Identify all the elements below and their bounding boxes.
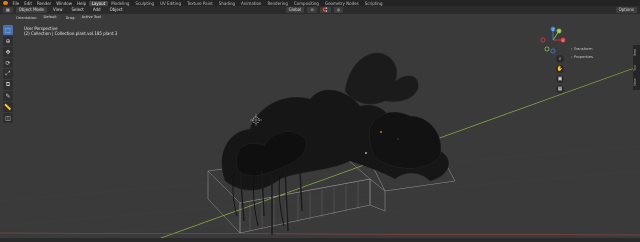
pan-hand-icon[interactable]: ✋ [556, 65, 564, 73]
navigation-gizmo[interactable]: X Y Z [537, 25, 569, 55]
menu-help[interactable]: Help [74, 1, 88, 6]
tab-geometry-nodes[interactable]: Geometry Nodes [322, 1, 362, 6]
orientation-select[interactable]: Default [40, 14, 60, 21]
transform-icon[interactable]: ⧉ [3, 80, 13, 90]
tab-compositing[interactable]: Compositing [291, 1, 322, 6]
tab-shading[interactable]: Shading [216, 1, 238, 6]
tab-uv-editing[interactable]: UV Editing [157, 1, 184, 6]
proportional-icon[interactable]: ◎ [333, 7, 344, 13]
tab-tool[interactable]: Tool [633, 61, 640, 74]
menu-render[interactable]: Render [34, 1, 53, 6]
add-cube-icon[interactable]: ◫ [3, 113, 13, 123]
svg-text:Z: Z [552, 27, 554, 31]
menu-select[interactable]: Select [68, 7, 86, 13]
annotate-icon[interactable]: ✎ [3, 91, 13, 101]
sidebar-tabs: Item Tool View [633, 45, 640, 90]
svg-text:Y: Y [558, 29, 560, 33]
move-icon[interactable]: ✥ [3, 47, 13, 57]
measure-icon[interactable]: 📏 [3, 102, 13, 112]
snap-icon[interactable]: 🧲 [319, 7, 331, 13]
viewport-info-line2: (2) Collection | Collection.plant.vol.18… [24, 31, 118, 36]
rotate-icon[interactable]: ⟳ [3, 58, 13, 68]
tab-item[interactable]: Item [633, 46, 640, 59]
menu-add[interactable]: Add [90, 7, 104, 13]
drag-select[interactable]: Active Tool [78, 14, 104, 21]
cursor-icon[interactable]: ⊕ [3, 36, 13, 46]
tab-rendering[interactable]: Rendering [264, 1, 290, 6]
transform-orientation-select[interactable]: Global [285, 7, 305, 13]
svg-text:X: X [562, 38, 564, 42]
tab-view[interactable]: View [633, 76, 640, 89]
properties-section[interactable]: › Properties [571, 53, 593, 61]
tab-scripting[interactable]: Scripting [362, 1, 386, 6]
tab-texture-paint[interactable]: Texture Paint [184, 1, 216, 6]
mode-select[interactable]: Object Mode [15, 7, 47, 13]
menu-edit[interactable]: Edit [22, 1, 35, 6]
pivot-icon[interactable]: ⊙ [307, 7, 317, 13]
scale-icon[interactable]: ⤢ [3, 69, 13, 79]
tab-animation[interactable]: Animation [238, 1, 264, 6]
menu-file[interactable]: File [10, 1, 22, 6]
options-button[interactable]: Options [615, 7, 637, 13]
menu-view[interactable]: View [50, 7, 66, 13]
planter-hatch [249, 182, 359, 231]
zoom-icon[interactable]: ⌕ [556, 55, 564, 63]
perspective-grid-icon[interactable]: ▦ [556, 85, 564, 93]
menu-object[interactable]: Object [107, 7, 126, 13]
drag-label: Drag: [65, 15, 76, 20]
tool-settings-bar: Orientation: Default Drag: Active Tool [0, 14, 640, 21]
tab-sculpting[interactable]: Sculpting [132, 1, 157, 6]
tab-modeling[interactable]: Modeling [108, 1, 132, 6]
blender-logo-icon[interactable] [3, 1, 8, 5]
object-origin-icon [380, 131, 382, 133]
select-box-icon[interactable]: ⬚ [3, 25, 13, 35]
transform-section[interactable]: › Transform [571, 45, 593, 53]
sidebar-panel: › Transform › Properties [571, 45, 593, 61]
status-bar [0, 238, 640, 242]
orientation-label: Orientation: [16, 15, 38, 20]
3d-viewport[interactable]: User Perspective (2) Collection | Collec… [0, 21, 640, 242]
tab-layout[interactable]: Layout [88, 0, 109, 6]
viewport-header: ▦ Object Mode View Select Add Object Glo… [0, 6, 640, 14]
editor-type-button[interactable]: ▦ [3, 7, 13, 13]
menu-window[interactable]: Window [54, 1, 75, 6]
camera-icon[interactable]: ▣ [556, 75, 564, 83]
tool-shelf: ⬚ ⊕ ✥ ⟳ ⤢ ⧉ ✎ 📏 ◫ [3, 25, 13, 123]
